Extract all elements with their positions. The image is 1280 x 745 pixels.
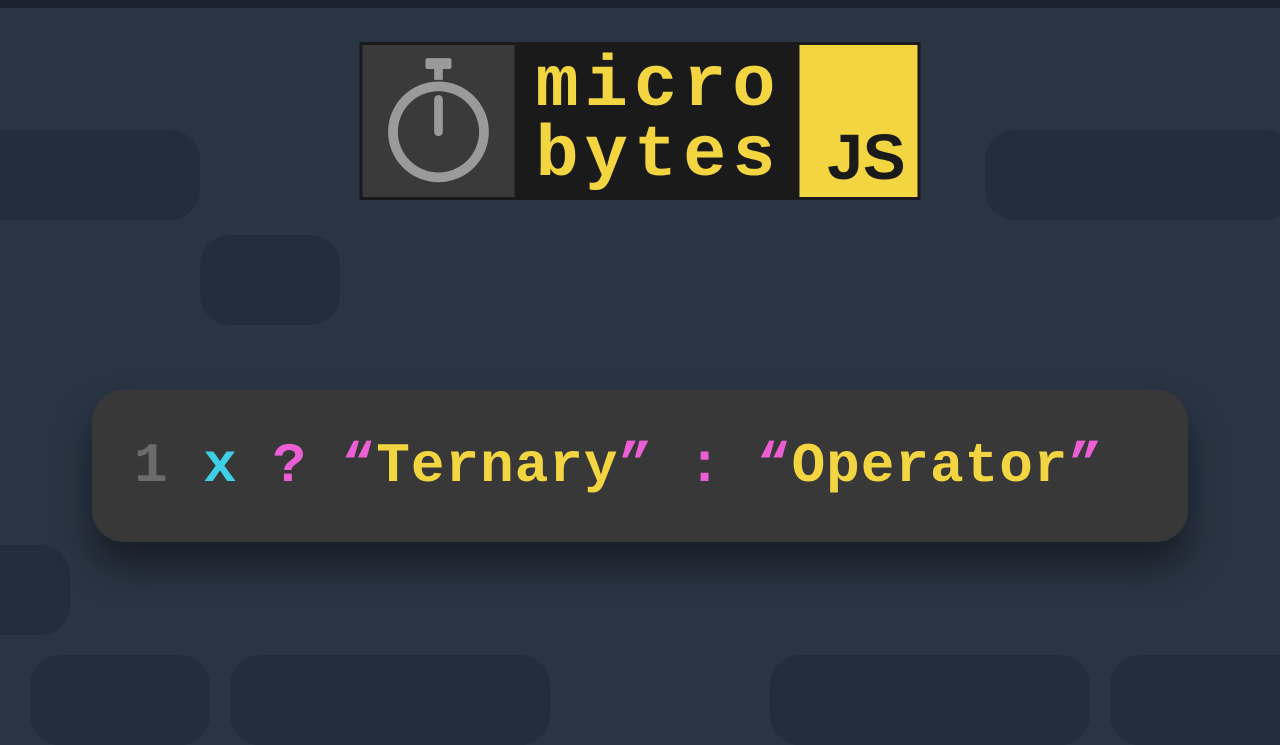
bg-shape <box>230 655 550 745</box>
token-close-quote-1: ” <box>619 434 654 498</box>
stopwatch-icon <box>362 45 517 197</box>
bg-shape <box>985 130 1280 220</box>
line-number: 1 <box>134 434 169 498</box>
token-open-quote-1: “ <box>342 434 377 498</box>
token-close-quote-2: ” <box>1068 434 1103 498</box>
token-colon: : <box>688 434 723 498</box>
token-open-quote-2: “ <box>757 434 792 498</box>
brand-logo: micro bytes JS <box>359 42 920 200</box>
bg-shape <box>0 130 200 220</box>
bg-shape <box>200 235 340 325</box>
bg-shape <box>30 655 210 745</box>
code-line: 1 x ? “Ternary” : “Operator” <box>134 434 1146 498</box>
token-string-2: Operator <box>792 434 1069 498</box>
code-card: 1 x ? “Ternary” : “Operator” <box>92 390 1188 542</box>
token-string-1: Ternary <box>376 434 618 498</box>
token-variable: x <box>203 434 238 498</box>
token-question: ? <box>272 434 307 498</box>
bg-shape <box>1110 655 1280 745</box>
brand-text: micro bytes <box>517 45 799 197</box>
top-bar <box>0 0 1280 8</box>
js-badge: JS <box>800 45 918 197</box>
js-badge-text: JS <box>827 125 905 189</box>
bg-shape <box>770 655 1090 745</box>
brand-line-2: bytes <box>535 122 781 190</box>
bg-shape <box>0 545 70 635</box>
brand-line-1: micro <box>535 52 781 120</box>
